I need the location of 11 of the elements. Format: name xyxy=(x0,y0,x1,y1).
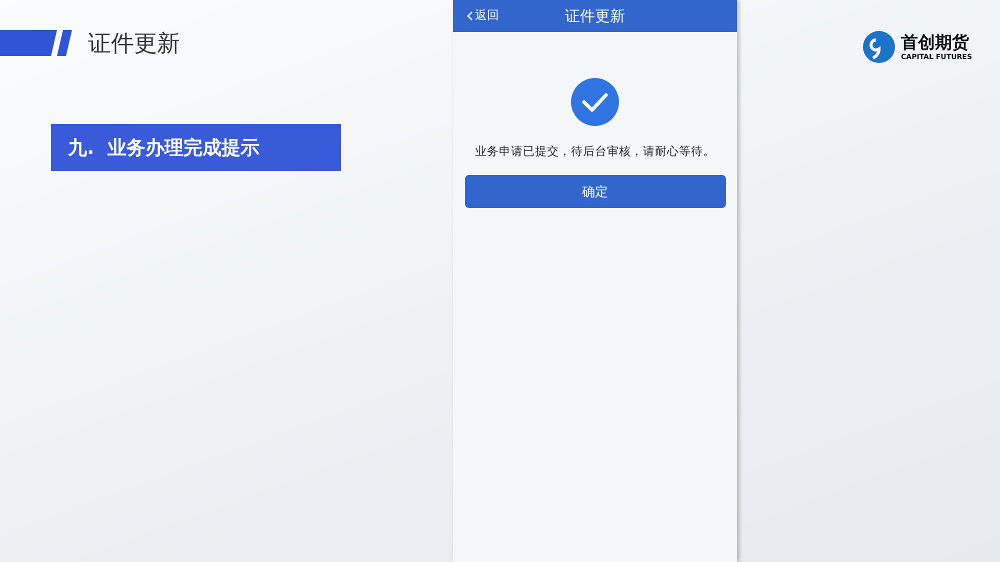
back-button[interactable]: 返回 xyxy=(467,7,499,24)
confirm-button[interactable]: 确定 xyxy=(464,175,726,208)
logo-icon xyxy=(863,31,896,63)
status-message: 业务申请已提交，待后台审核，请耐心等待。 xyxy=(475,144,715,159)
step-banner: 九. 业务办理完成提示 xyxy=(51,124,341,171)
check-circle-icon xyxy=(571,78,619,126)
chevron-left-icon xyxy=(467,10,473,20)
logo-name: 首创期货 xyxy=(901,33,970,53)
screen-title: 证件更新 xyxy=(565,6,625,26)
slash-stripes-icon xyxy=(0,28,74,58)
slide-title: 证件更新 xyxy=(88,30,180,58)
